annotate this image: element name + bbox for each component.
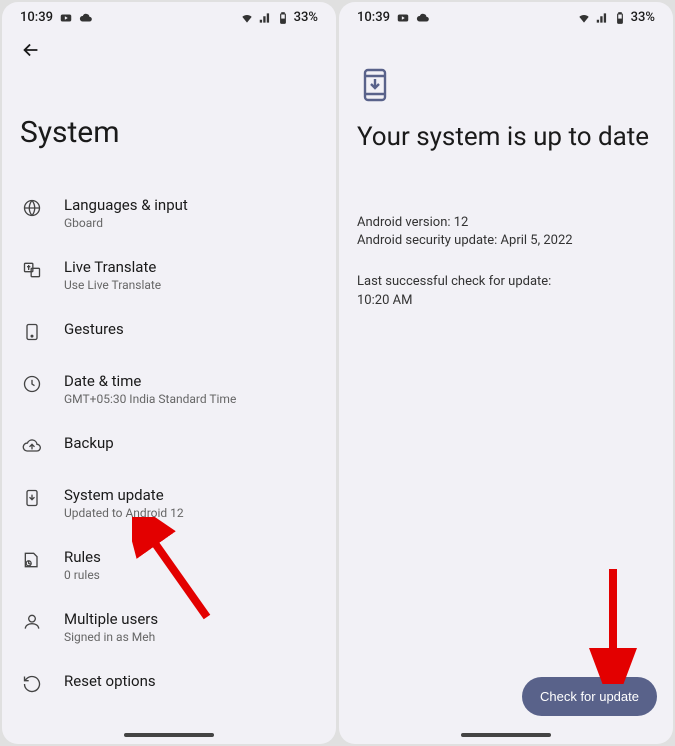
user-icon bbox=[20, 610, 44, 634]
status-time: 10:39 bbox=[20, 10, 53, 25]
list-sub: Gboard bbox=[64, 216, 188, 230]
item-live-translate[interactable]: Live Translate Use Live Translate bbox=[20, 244, 318, 306]
phone-left: 10:39 33% System bbox=[2, 2, 336, 744]
item-gestures[interactable]: Gestures bbox=[20, 306, 318, 358]
list-title: Languages & input bbox=[64, 196, 188, 214]
nav-bar[interactable] bbox=[339, 726, 673, 744]
update-title: Your system is up to date bbox=[357, 121, 655, 154]
version-info: Android version: 12 Android security upd… bbox=[357, 214, 655, 252]
item-multiple-users[interactable]: Multiple users Signed in as Meh bbox=[20, 596, 318, 658]
item-system-update[interactable]: System update Updated to Android 12 bbox=[20, 472, 318, 534]
battery-icon bbox=[613, 11, 627, 25]
wifi-icon bbox=[240, 11, 254, 25]
check-update-button[interactable]: Check for update bbox=[522, 677, 657, 716]
status-time: 10:39 bbox=[357, 10, 390, 25]
item-backup[interactable]: Backup bbox=[20, 420, 318, 472]
security-update: Android security update: April 5, 2022 bbox=[357, 232, 655, 251]
list-title: Rules bbox=[64, 548, 101, 566]
reset-icon bbox=[20, 672, 44, 696]
list-title: Date & time bbox=[64, 372, 236, 390]
list-title: Multiple users bbox=[64, 610, 158, 628]
cloud-upload-icon bbox=[20, 434, 44, 458]
cloud-icon bbox=[416, 11, 430, 25]
list-sub: Use Live Translate bbox=[64, 278, 161, 292]
nav-bar[interactable] bbox=[2, 726, 336, 744]
youtube-icon bbox=[396, 11, 410, 25]
wifi-icon bbox=[577, 11, 591, 25]
list-title: Reset options bbox=[64, 672, 156, 690]
list-sub: Updated to Android 12 bbox=[64, 506, 184, 520]
status-battery: 33% bbox=[294, 10, 318, 25]
back-button[interactable] bbox=[20, 46, 42, 65]
translate-icon bbox=[20, 258, 44, 282]
globe-icon bbox=[20, 196, 44, 220]
system-update-icon bbox=[20, 486, 44, 510]
battery-icon bbox=[276, 11, 290, 25]
download-device-icon bbox=[357, 67, 393, 103]
last-check-info: Last successful check for update: 10:20 … bbox=[357, 273, 655, 311]
item-languages[interactable]: Languages & input Gboard bbox=[20, 182, 318, 244]
list-sub: 0 rules bbox=[64, 568, 101, 582]
list-sub: GMT+05:30 India Standard Time bbox=[64, 392, 236, 406]
clock-icon bbox=[20, 372, 44, 396]
list-title: Gestures bbox=[64, 320, 124, 338]
rules-icon bbox=[20, 548, 44, 572]
list-title: System update bbox=[64, 486, 184, 504]
list-title: Backup bbox=[64, 434, 114, 452]
page-title: System bbox=[20, 115, 318, 150]
signal-icon bbox=[258, 11, 272, 25]
list-title: Live Translate bbox=[64, 258, 161, 276]
list-sub: Signed in as Meh bbox=[64, 630, 158, 644]
status-bar: 10:39 33% bbox=[339, 2, 673, 29]
last-check-label: Last successful check for update: bbox=[357, 273, 655, 292]
cloud-icon bbox=[79, 11, 93, 25]
signal-icon bbox=[595, 11, 609, 25]
last-check-time: 10:20 AM bbox=[357, 292, 655, 311]
item-rules[interactable]: Rules 0 rules bbox=[20, 534, 318, 596]
android-version: Android version: 12 bbox=[357, 214, 655, 233]
item-date-time[interactable]: Date & time GMT+05:30 India Standard Tim… bbox=[20, 358, 318, 420]
phone-right: 10:39 33% bbox=[339, 2, 673, 744]
item-reset[interactable]: Reset options bbox=[20, 658, 318, 710]
youtube-icon bbox=[59, 11, 73, 25]
status-battery: 33% bbox=[631, 10, 655, 25]
status-bar: 10:39 33% bbox=[2, 2, 336, 29]
gestures-icon bbox=[20, 320, 44, 344]
